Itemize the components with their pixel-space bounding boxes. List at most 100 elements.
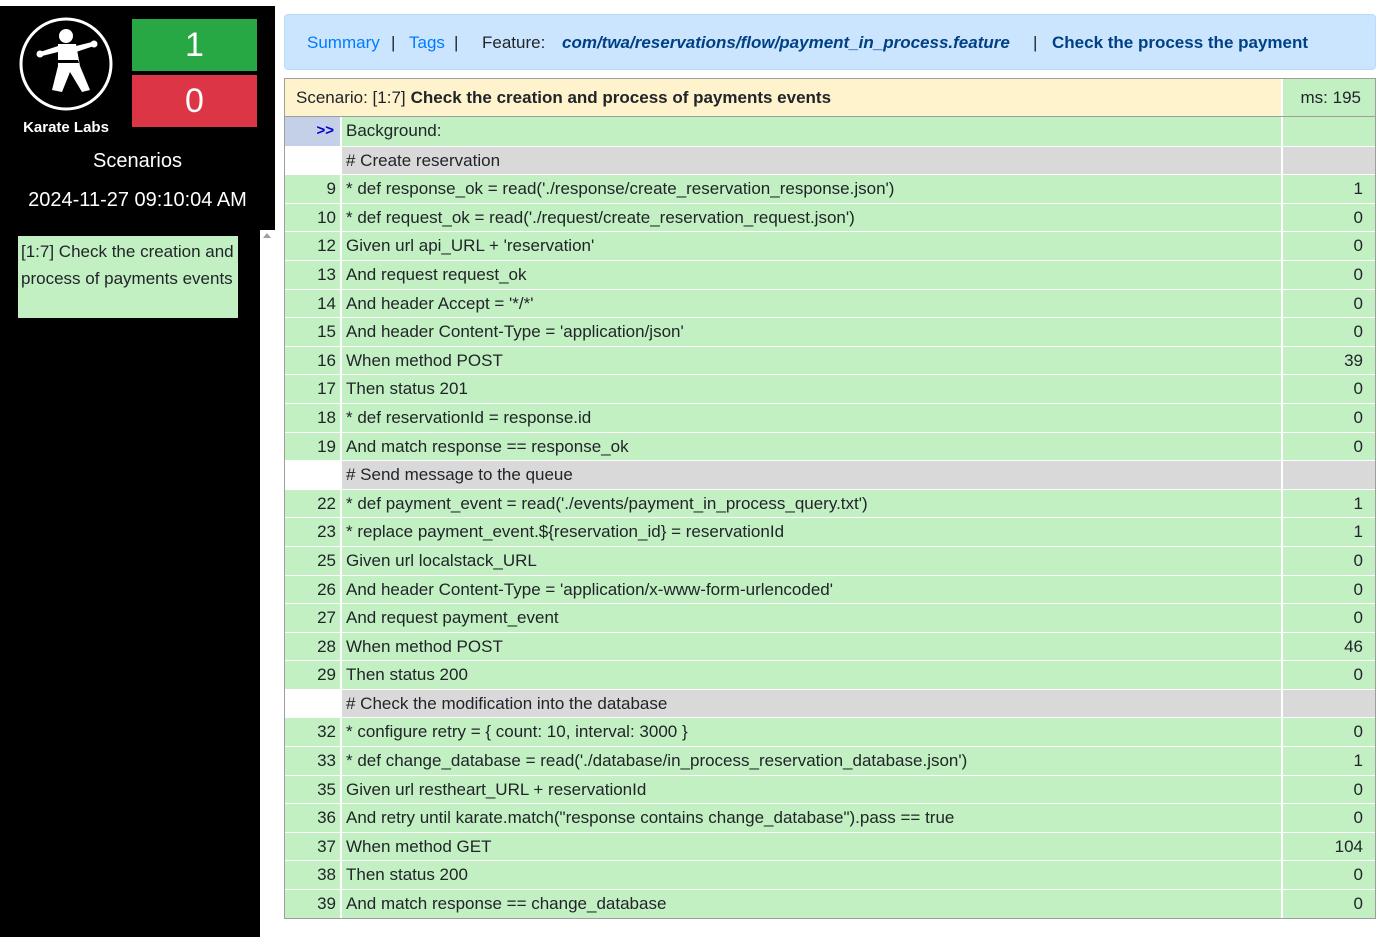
step-duration: 0 — [1283, 403, 1375, 432]
line-number: 27 — [285, 604, 340, 632]
background-row: >> Background: — [285, 117, 1375, 146]
step-text: When method POST — [342, 632, 1281, 661]
summary-link[interactable]: Summary — [307, 33, 380, 53]
line-number: 22 — [285, 489, 340, 518]
step-duration: 1 — [1283, 747, 1375, 775]
line-number: 13 — [285, 260, 340, 289]
step-row: 12 Given url api_URL + 'reservation' 0 — [285, 231, 1375, 260]
comment-row: # Create reservation — [285, 145, 1375, 175]
report-date: 2024-11-27 09:10:04 AM — [28, 189, 247, 211]
step-duration: 0 — [1283, 575, 1375, 604]
step-duration: 1 — [1283, 518, 1375, 546]
karate-labs-logo-icon[interactable] — [18, 16, 114, 112]
step-text: * replace payment_event.${reservation_id… — [342, 518, 1281, 546]
scenario-label: Scenario: [1:7] — [296, 88, 406, 107]
line-number — [285, 689, 340, 718]
line-number: 37 — [285, 832, 340, 861]
step-row: 39 And match response == change_database 0 — [285, 889, 1375, 918]
step-row: 19 And match response == response_ok 0 — [285, 431, 1375, 461]
line-number: 29 — [285, 661, 340, 689]
failed-count: 0 — [132, 75, 257, 127]
step-text: * def change_database = read('./database… — [342, 747, 1281, 775]
step-text: Then status 200 — [342, 861, 1281, 890]
line-number — [285, 461, 340, 489]
step-duration: 0 — [1283, 775, 1375, 804]
step-text: When method POST — [342, 346, 1281, 375]
step-text: Background: — [342, 117, 1281, 146]
nav-separator: | — [391, 33, 396, 52]
step-text: Given url restheart_URL + reservationId — [342, 775, 1281, 804]
feature-path-link[interactable]: com/twa/reservations/flow/payment_in_pro… — [562, 33, 1010, 53]
step-text: Then status 200 — [342, 661, 1281, 689]
background-toggle[interactable]: >> — [285, 117, 340, 146]
feature-label: Feature: — [482, 33, 546, 52]
comment-row: # Check the modification into the databa… — [285, 688, 1375, 718]
line-number — [285, 146, 340, 175]
step-duration: 0 — [1283, 318, 1375, 346]
step-row: 14 And header Accept = '*/*' 0 — [285, 288, 1375, 318]
step-text: And match response == response_ok — [342, 432, 1281, 461]
line-number: 28 — [285, 632, 340, 661]
step-row: 35 Given url restheart_URL + reservationI… — [285, 774, 1375, 804]
step-row: 38 Then status 200 0 — [285, 860, 1375, 890]
line-number: 36 — [285, 804, 340, 832]
step-duration: 104 — [1283, 832, 1375, 861]
step-row: 9 * def response_ok = read('./response/cr… — [285, 174, 1375, 203]
scroll-up-arrow-icon[interactable] — [263, 233, 271, 238]
line-number: 10 — [285, 203, 340, 232]
step-text: * def reservationId = response.id — [342, 403, 1281, 432]
step-duration: 0 — [1283, 260, 1375, 289]
step-row: 13 And request request_ok 0 — [285, 259, 1375, 289]
line-number: 18 — [285, 403, 340, 432]
line-number: 12 — [285, 232, 340, 260]
line-number: 32 — [285, 718, 340, 747]
step-duration: 0 — [1283, 861, 1375, 890]
step-text: Given url localstack_URL — [342, 546, 1281, 575]
step-duration — [1283, 689, 1375, 718]
step-text: And header Content-Type = 'application/x… — [342, 575, 1281, 604]
step-row: 17 Then status 201 0 — [285, 374, 1375, 403]
nav-separator: | — [1033, 33, 1038, 52]
scenario-list-item[interactable]: [1:7] Check the creation and process of … — [18, 236, 238, 318]
step-duration: 46 — [1283, 632, 1375, 661]
step-duration: 1 — [1283, 489, 1375, 518]
line-number: 35 — [285, 775, 340, 804]
step-row: 18 * def reservationId = response.id 0 — [285, 402, 1375, 432]
step-text: # Check the modification into the databa… — [342, 689, 1281, 718]
step-duration: 0 — [1283, 432, 1375, 461]
step-duration: 39 — [1283, 346, 1375, 375]
sidebar-scrollbar[interactable] — [260, 230, 275, 937]
step-text: And header Content-Type = 'application/j… — [342, 318, 1281, 346]
step-duration — [1283, 461, 1375, 489]
step-row: 33 * def change_database = read('./databa… — [285, 746, 1375, 775]
feature-navbar: Summary | Tags | Feature: com/twa/reserv… — [284, 14, 1376, 70]
step-rows: >> Background: # Create reservation 9 * def … — [285, 117, 1375, 918]
feature-name-link[interactable]: Check the process the payment — [1052, 33, 1308, 53]
comment-row: # Send message to the queue — [285, 460, 1375, 489]
step-row: 15 And header Content-Type = 'application… — [285, 317, 1375, 346]
tags-link[interactable]: Tags — [409, 33, 445, 53]
sidebar: Karate Labs 1 0 Scenarios 2024-11-27 09:… — [0, 6, 275, 937]
step-text: # Send message to the queue — [342, 461, 1281, 489]
step-row: 26 And header Content-Type = 'application… — [285, 574, 1375, 604]
step-duration: 0 — [1283, 718, 1375, 747]
step-text: And request request_ok — [342, 260, 1281, 289]
step-text: * def response_ok = read('./response/cre… — [342, 175, 1281, 203]
step-duration: 1 — [1283, 175, 1375, 203]
scenario-duration: ms: 195 — [1281, 79, 1375, 116]
line-number: 16 — [285, 346, 340, 375]
step-row: 29 Then status 200 0 — [285, 660, 1375, 689]
line-number: 19 — [285, 432, 340, 461]
scenario-header: Scenario: [1:7] Check the creation and pr… — [285, 79, 1375, 117]
step-text: * def request_ok = read('./request/creat… — [342, 203, 1281, 232]
step-row: 36 And retry until karate.match("response… — [285, 803, 1375, 832]
line-number: 38 — [285, 861, 340, 890]
step-duration — [1283, 146, 1375, 175]
scenarios-heading: Scenarios — [93, 150, 182, 172]
scenario-name: Check the creation and process of paymen… — [410, 88, 832, 107]
step-duration: 0 — [1283, 604, 1375, 632]
step-row: 10 * def request_ok = read('./request/cre… — [285, 202, 1375, 232]
step-text: When method GET — [342, 832, 1281, 861]
step-row: 37 When method GET 104 — [285, 831, 1375, 861]
step-row: 23 * replace payment_event.${reservation_… — [285, 517, 1375, 546]
